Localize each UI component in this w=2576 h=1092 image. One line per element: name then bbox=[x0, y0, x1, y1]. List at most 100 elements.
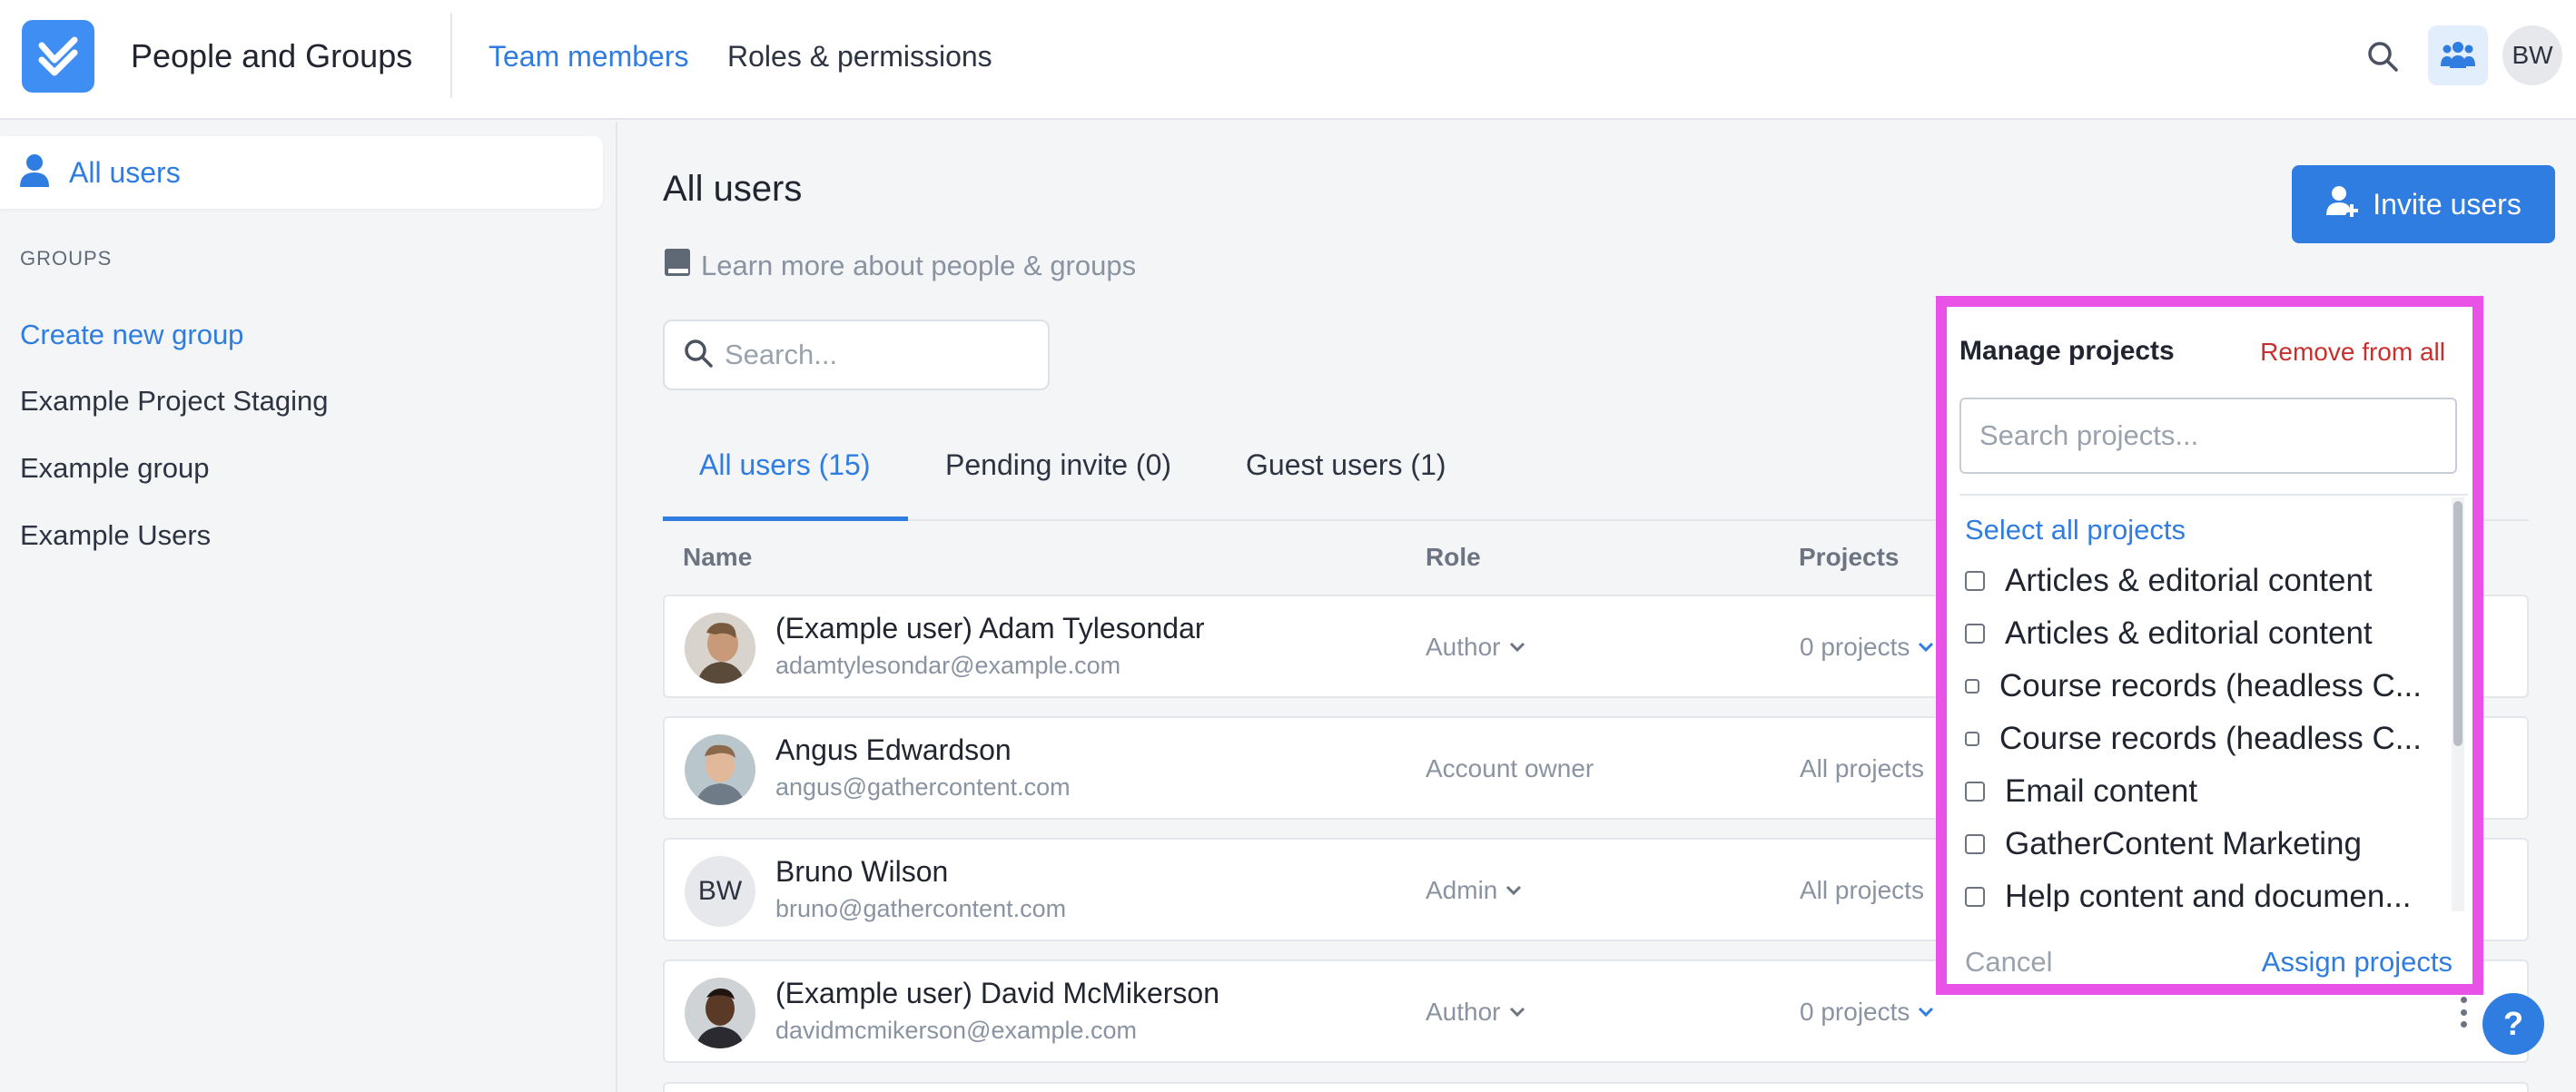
scrollbar-thumb[interactable] bbox=[2453, 501, 2462, 746]
checkbox[interactable] bbox=[1965, 571, 1985, 591]
role-label: Admin bbox=[1426, 876, 1498, 904]
chevron-down-icon bbox=[1919, 1007, 1934, 1018]
table-row[interactable] bbox=[663, 1082, 2529, 1092]
project-name: GatherContent Marketing bbox=[2005, 826, 2362, 861]
project-name: Course records (headless C... bbox=[1999, 668, 2422, 703]
user-search-input[interactable] bbox=[725, 339, 1033, 371]
project-name: Articles & editorial content bbox=[2005, 563, 2373, 598]
create-group-link[interactable]: Create new group bbox=[20, 316, 243, 354]
popover-title: Manage projects bbox=[1959, 336, 2175, 366]
checkbox[interactable] bbox=[1965, 679, 1979, 694]
user-name: Bruno Wilson bbox=[775, 855, 949, 888]
projects-label: 0 projects bbox=[1800, 633, 1910, 661]
projects-label: 0 projects bbox=[1800, 998, 1910, 1026]
manage-projects-popover: Manage projects Remove from all Select a… bbox=[1936, 296, 2483, 995]
sidebar-item-group[interactable]: Example Project Staging bbox=[20, 382, 328, 420]
app-title: People and Groups bbox=[131, 37, 413, 74]
invite-users-label: Invite users bbox=[2373, 187, 2522, 221]
checkbox[interactable] bbox=[1965, 732, 1979, 746]
more-options-icon[interactable] bbox=[2458, 997, 2469, 1028]
user-email: adamtylesondar@example.com bbox=[775, 652, 1121, 679]
tab-pending-invite[interactable]: Pending invite (0) bbox=[945, 445, 1171, 485]
project-name: Email content bbox=[2005, 773, 2198, 809]
user-name: (Example user) David McMikerson bbox=[775, 977, 1220, 1009]
add-user-icon bbox=[2325, 184, 2360, 224]
remove-from-all-button[interactable]: Remove from all bbox=[2260, 338, 2445, 367]
project-checkbox-item[interactable]: Course records (headless C... bbox=[1965, 721, 2422, 757]
groups-heading: GROUPS bbox=[20, 247, 113, 270]
user-name: (Example user) Adam Tylesondar bbox=[775, 612, 1205, 644]
search-icon bbox=[683, 338, 714, 373]
role-dropdown[interactable]: Author bbox=[1426, 629, 1526, 665]
learn-more-text: Learn more about people & groups bbox=[701, 250, 1137, 281]
user-name: Angus Edwardson bbox=[775, 733, 1012, 766]
learn-more-link[interactable]: Learn more about people & groups bbox=[663, 247, 1136, 285]
invite-users-button[interactable]: Invite users bbox=[2292, 165, 2555, 243]
chevron-down-icon bbox=[1506, 885, 1522, 896]
projects-text: All projects bbox=[1800, 754, 1924, 782]
role-label: Author bbox=[1426, 633, 1501, 661]
search-icon[interactable] bbox=[2361, 34, 2404, 78]
user-avatar[interactable]: BW bbox=[2502, 25, 2562, 85]
column-header-role: Role bbox=[1426, 543, 1481, 571]
chevron-down-icon bbox=[1919, 642, 1934, 653]
user-email: angus@gathercontent.com bbox=[775, 773, 1071, 801]
project-search-field[interactable] bbox=[1959, 398, 2457, 474]
project-checkbox-item[interactable]: Help content and documen... bbox=[1965, 879, 2412, 911]
nav-roles-permissions[interactable]: Roles & permissions bbox=[727, 36, 992, 76]
book-icon bbox=[663, 247, 692, 285]
role-label: Account owner bbox=[1426, 751, 1594, 787]
project-checkbox-item[interactable]: GatherContent Marketing bbox=[1965, 826, 2362, 862]
sidebar-item-group[interactable]: Example Users bbox=[20, 516, 211, 555]
role-dropdown[interactable]: Author bbox=[1426, 994, 1526, 1030]
project-checkbox-item[interactable]: Email content bbox=[1965, 773, 2197, 810]
project-search-input[interactable] bbox=[1979, 419, 2433, 452]
role-label: Author bbox=[1426, 998, 1501, 1026]
checkbox[interactable] bbox=[1965, 782, 1985, 802]
project-checkbox-item[interactable]: Articles & editorial content bbox=[1965, 563, 2373, 599]
user-search-field[interactable] bbox=[663, 320, 1050, 390]
project-checkbox-item[interactable]: Articles & editorial content bbox=[1965, 615, 2373, 652]
column-header-projects: Projects bbox=[1799, 543, 1900, 571]
column-header-name: Name bbox=[683, 543, 753, 571]
project-list[interactable]: Select all projects Articles & editorial… bbox=[1959, 496, 2464, 911]
tab-guest-users[interactable]: Guest users (1) bbox=[1246, 445, 1446, 485]
top-bar: People and Groups Team members Roles & p… bbox=[0, 0, 2576, 120]
project-name: Articles & editorial content bbox=[2005, 615, 2373, 651]
sidebar-item-all-users[interactable]: All users bbox=[0, 136, 603, 209]
nav-team-members[interactable]: Team members bbox=[489, 36, 689, 76]
chevron-down-icon bbox=[1509, 642, 1525, 653]
projects-dropdown[interactable]: 0 projects bbox=[1800, 629, 1935, 665]
assign-projects-button[interactable]: Assign projects bbox=[2262, 946, 2453, 979]
chevron-down-icon bbox=[1509, 1007, 1525, 1018]
page-title: All users bbox=[663, 169, 803, 209]
avatar bbox=[685, 978, 755, 1048]
user-email: bruno@gathercontent.com bbox=[775, 895, 1067, 922]
tab-all-users[interactable]: All users (15) bbox=[699, 445, 871, 485]
checkbox[interactable] bbox=[1965, 834, 1985, 854]
checkbox[interactable] bbox=[1965, 624, 1985, 644]
user-email: davidmcmikerson@example.com bbox=[775, 1017, 1138, 1044]
select-all-projects-link[interactable]: Select all projects bbox=[1965, 514, 2186, 546]
cancel-button[interactable]: Cancel bbox=[1965, 946, 2053, 979]
sidebar-item-label: All users bbox=[69, 155, 181, 189]
avatar bbox=[685, 734, 755, 805]
active-tab-indicator bbox=[663, 516, 908, 521]
app-logo-icon[interactable] bbox=[22, 20, 94, 93]
role-dropdown[interactable]: Admin bbox=[1426, 872, 1523, 909]
user-icon bbox=[18, 153, 51, 192]
role-text: Account owner bbox=[1426, 754, 1594, 782]
checkbox[interactable] bbox=[1965, 887, 1985, 907]
projects-label: All projects bbox=[1800, 751, 1924, 787]
projects-text: All projects bbox=[1800, 876, 1924, 904]
sidebar-item-group[interactable]: Example group bbox=[20, 449, 210, 487]
projects-label: All projects bbox=[1800, 872, 1924, 909]
project-name: Course records (headless C... bbox=[1999, 721, 2422, 756]
help-icon[interactable]: ? bbox=[2482, 993, 2544, 1055]
avatar: BW bbox=[685, 856, 755, 927]
projects-dropdown[interactable]: 0 projects bbox=[1800, 994, 1935, 1030]
sidebar: All users GROUPS Create new group Exampl… bbox=[0, 122, 617, 1092]
people-icon[interactable] bbox=[2428, 25, 2488, 85]
project-checkbox-item[interactable]: Course records (headless C... bbox=[1965, 668, 2422, 704]
header-divider bbox=[450, 13, 452, 98]
